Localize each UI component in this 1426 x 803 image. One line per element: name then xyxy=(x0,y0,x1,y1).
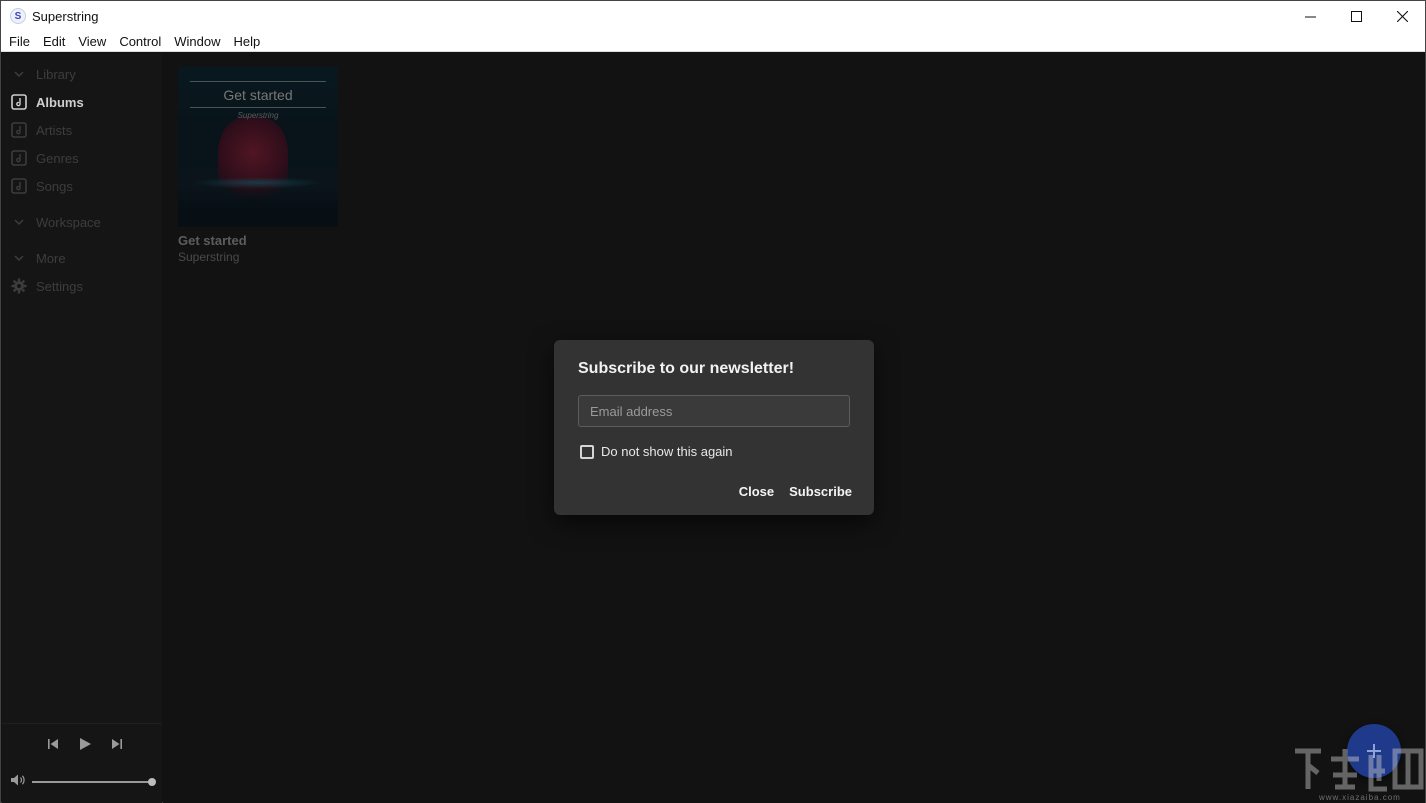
sidebar-item-artists[interactable]: Artists xyxy=(10,119,72,141)
watermark-text: www.xiazaiba.com xyxy=(1319,793,1401,802)
minimize-button[interactable] xyxy=(1287,1,1333,31)
dialog-title: Subscribe to our newsletter! xyxy=(578,360,795,377)
title-bar[interactable]: S Superstring xyxy=(1,1,1425,31)
sidebar-section-label: More xyxy=(36,250,66,266)
previous-track-button[interactable] xyxy=(42,733,64,755)
volume-control xyxy=(10,773,160,791)
menu-window[interactable]: Window xyxy=(171,34,225,49)
album-title: Get started xyxy=(178,233,247,248)
window-controls xyxy=(1287,1,1425,31)
chevron-down-icon xyxy=(10,65,28,83)
play-icon xyxy=(80,738,91,750)
volume-slider[interactable] xyxy=(32,778,156,786)
player-controls xyxy=(42,733,128,755)
subscribe-button[interactable]: Subscribe xyxy=(789,484,852,499)
album-icon xyxy=(10,121,28,139)
sidebar-item-albums[interactable]: Albums xyxy=(10,91,84,113)
sidebar-item-label: Artists xyxy=(36,122,73,138)
menu-control[interactable]: Control xyxy=(116,34,166,49)
menu-edit[interactable]: Edit xyxy=(40,34,70,49)
do-not-show-checkbox[interactable] xyxy=(580,444,594,459)
watermark: www.xiazaiba.com xyxy=(1291,741,1426,802)
menu-bar: File Edit View Control Window Help xyxy=(1,31,1425,52)
sidebar-section-library[interactable]: Library xyxy=(10,63,76,85)
do-not-show-row[interactable]: Do not show this again xyxy=(580,444,733,459)
app-logo-icon: S xyxy=(10,8,26,24)
close-window-button[interactable] xyxy=(1379,1,1425,31)
menu-file[interactable]: File xyxy=(6,34,35,49)
watermark-logo-icon xyxy=(1295,748,1424,792)
album-card[interactable]: Get started Superstring Get started Supe… xyxy=(178,67,338,264)
skip-previous-icon xyxy=(48,739,58,749)
close-icon xyxy=(1396,10,1408,22)
sidebar: Library Albums Artists Genres Songs Work… xyxy=(2,53,162,803)
gear-icon xyxy=(10,277,28,295)
skip-next-icon xyxy=(112,739,122,749)
play-button[interactable] xyxy=(74,733,96,755)
minimize-icon xyxy=(1304,16,1316,17)
chevron-down-icon xyxy=(10,249,28,267)
sidebar-item-songs[interactable]: Songs xyxy=(10,175,73,197)
sidebar-section-more[interactable]: More xyxy=(10,247,66,269)
cover-dim-overlay xyxy=(178,67,338,227)
volume-slider-handle[interactable] xyxy=(148,778,156,786)
sidebar-section-workspace[interactable]: Workspace xyxy=(10,211,101,233)
do-not-show-label[interactable]: Do not show this again xyxy=(601,444,733,459)
sidebar-item-genres[interactable]: Genres xyxy=(10,147,79,169)
sidebar-item-label: Genres xyxy=(36,150,79,166)
volume-icon[interactable] xyxy=(10,773,26,792)
album-icon xyxy=(10,149,28,167)
newsletter-dialog: Subscribe to our newsletter! Do not show… xyxy=(554,340,874,515)
chevron-down-icon xyxy=(10,213,28,231)
app-window: S Superstring File Edit View Control Win… xyxy=(0,0,1426,803)
sidebar-item-label: Albums xyxy=(36,94,84,110)
sidebar-section-label: Library xyxy=(36,66,76,82)
album-cover: Get started Superstring xyxy=(178,67,338,227)
window-title: Superstring xyxy=(32,8,99,24)
close-button[interactable]: Close xyxy=(739,484,774,499)
sidebar-section-label: Workspace xyxy=(36,214,101,230)
next-track-button[interactable] xyxy=(106,733,128,755)
sidebar-item-label: Settings xyxy=(36,278,83,294)
maximize-button[interactable] xyxy=(1333,1,1379,31)
album-artist: Superstring xyxy=(178,250,240,264)
menu-view[interactable]: View xyxy=(75,34,111,49)
sidebar-item-label: Songs xyxy=(36,178,73,194)
album-icon xyxy=(10,177,28,195)
email-input[interactable] xyxy=(578,395,850,427)
sidebar-item-settings[interactable]: Settings xyxy=(10,275,83,297)
album-icon xyxy=(10,93,28,111)
menu-help[interactable]: Help xyxy=(230,34,265,49)
player-divider xyxy=(2,723,162,724)
dialog-actions: Close Subscribe xyxy=(739,484,852,499)
maximize-icon xyxy=(1350,10,1362,22)
